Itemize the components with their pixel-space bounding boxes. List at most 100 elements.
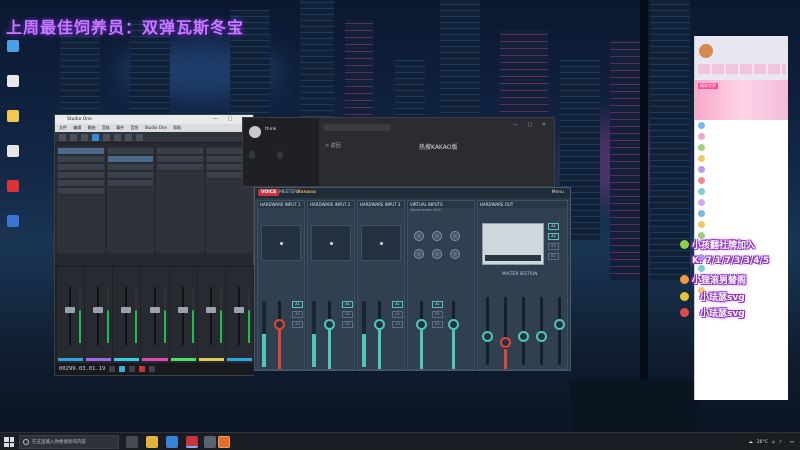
desktop-icon[interactable] <box>2 40 24 69</box>
master-fader[interactable] <box>558 297 561 365</box>
desktop-icon[interactable] <box>2 145 24 174</box>
mixer-channel[interactable] <box>113 267 141 363</box>
recorder-transport[interactable] <box>485 255 541 261</box>
fader-handle[interactable] <box>93 307 104 313</box>
fader-handle[interactable] <box>374 319 385 330</box>
track-row[interactable] <box>157 156 203 163</box>
desktop-icon[interactable] <box>2 180 24 209</box>
fader-handle[interactable] <box>536 331 547 342</box>
play-button[interactable] <box>119 366 126 372</box>
track-row[interactable] <box>107 172 153 179</box>
fader-handle[interactable] <box>65 307 76 313</box>
menu-item[interactable]: 音轨 <box>102 125 110 130</box>
search-input[interactable] <box>32 437 118 447</box>
tool-button[interactable] <box>70 133 77 141</box>
desktop-icon[interactable] <box>2 215 24 244</box>
loop-button[interactable] <box>149 366 156 372</box>
menu-item[interactable]: 文件 <box>59 125 67 130</box>
pan-pad[interactable] <box>311 225 351 261</box>
taskbar-search[interactable] <box>19 435 119 449</box>
bus-button-a3[interactable]: A3 <box>342 321 353 328</box>
streamer-avatar[interactable] <box>699 44 713 58</box>
temperature[interactable]: 26°C <box>757 440 768 445</box>
menu-item[interactable]: 音频 <box>130 125 138 130</box>
stop-button[interactable] <box>129 366 136 372</box>
eq-knob[interactable] <box>450 249 460 259</box>
fader-handle[interactable] <box>149 307 160 313</box>
mixer-channel[interactable] <box>141 267 169 363</box>
desktop-icon[interactable] <box>2 75 24 104</box>
track-row[interactable] <box>58 148 104 155</box>
bus-button-a3[interactable]: A3 <box>292 321 303 328</box>
arrow-tool-button[interactable] <box>92 133 99 141</box>
windows-start-icon[interactable] <box>4 437 14 447</box>
app-icon[interactable] <box>218 436 230 448</box>
daw-window[interactable]: Studio One — ▢ ✕ 文件 编辑 歌曲 音轨 事件 音频 Studi… <box>54 114 255 376</box>
bus-button-b2[interactable]: B2 <box>432 321 443 328</box>
user-avatar[interactable] <box>249 126 261 138</box>
eq-knob[interactable] <box>432 231 442 241</box>
tool-button[interactable] <box>114 133 121 141</box>
back-button[interactable]: < 返回 <box>325 142 341 149</box>
fader-handle[interactable] <box>416 319 427 330</box>
eq-knob[interactable] <box>414 249 424 259</box>
live-chat-panel[interactable]: 精彩世界 <box>694 36 788 400</box>
fader-handle[interactable] <box>448 319 459 330</box>
task-view-icon[interactable] <box>126 436 138 448</box>
pan-dot[interactable] <box>280 242 283 245</box>
mixer-channel[interactable] <box>225 267 253 363</box>
tool-button[interactable] <box>81 133 88 141</box>
daw-titlebar[interactable]: Studio One — ▢ ✕ <box>55 115 253 124</box>
track-row[interactable] <box>107 164 153 171</box>
fader-handle[interactable] <box>554 319 565 330</box>
pan-pad[interactable] <box>361 225 401 261</box>
track-row[interactable] <box>58 180 104 187</box>
eq-knob[interactable] <box>414 231 424 241</box>
pan-dot[interactable] <box>380 242 383 245</box>
sidebar-button[interactable] <box>249 151 255 159</box>
mixer-channel[interactable] <box>169 267 197 363</box>
menu-item[interactable]: 事件 <box>116 125 124 130</box>
weather-icon[interactable]: ☁ <box>748 440 753 445</box>
fader-handle[interactable] <box>233 307 244 313</box>
menu-item[interactable]: 帮助 <box>173 125 181 130</box>
fader-handle[interactable] <box>205 307 216 313</box>
sidebar-button[interactable] <box>277 151 283 159</box>
tool-button[interactable] <box>59 133 66 141</box>
pan-dot[interactable] <box>330 242 333 245</box>
volume-icon[interactable]: ♪ <box>779 440 782 445</box>
fader-handle[interactable] <box>274 319 285 330</box>
track-row[interactable] <box>107 156 153 163</box>
eq-knob[interactable] <box>450 231 460 241</box>
tool-button[interactable] <box>103 133 110 141</box>
fader-handle[interactable] <box>518 331 529 342</box>
fader-handle[interactable] <box>121 307 132 313</box>
network-icon[interactable]: ⌂ <box>772 440 775 445</box>
menu-item[interactable]: Studio One <box>145 125 167 130</box>
fader-handle[interactable] <box>482 331 493 342</box>
fader-handle[interactable] <box>500 337 511 348</box>
track-row[interactable] <box>107 148 153 155</box>
track-row[interactable] <box>58 164 104 171</box>
daw-track-area[interactable] <box>55 145 255 255</box>
fader-handle[interactable] <box>177 307 188 313</box>
mixer-channel[interactable] <box>85 267 113 363</box>
mixer-channel[interactable] <box>57 267 85 363</box>
fader-handle[interactable] <box>324 319 335 330</box>
app-icon[interactable] <box>186 436 198 448</box>
bus-button-a2[interactable]: A2 <box>292 311 303 318</box>
menu-item[interactable]: 歌曲 <box>88 125 96 130</box>
music-app-window[interactable]: think < 返回 热搜KAKAO版 — ▢ ✕ <box>242 117 555 187</box>
notification-icon[interactable]: ▭ <box>790 440 794 445</box>
track-row[interactable] <box>58 156 104 163</box>
explorer-icon[interactable] <box>146 436 158 448</box>
rewind-button[interactable] <box>109 366 116 372</box>
record-button[interactable] <box>139 366 146 372</box>
bus-button-a1[interactable]: A1 <box>292 301 303 308</box>
track-row[interactable] <box>58 172 104 179</box>
voicemeeter-window[interactable]: VOICE MEETER Banana Menu HARDWARE INPUT … <box>254 187 571 371</box>
app-icon[interactable] <box>166 436 178 448</box>
bus-button-a2[interactable]: A2 <box>548 233 559 240</box>
app-icon[interactable] <box>204 436 216 448</box>
pan-pad[interactable] <box>261 225 301 261</box>
